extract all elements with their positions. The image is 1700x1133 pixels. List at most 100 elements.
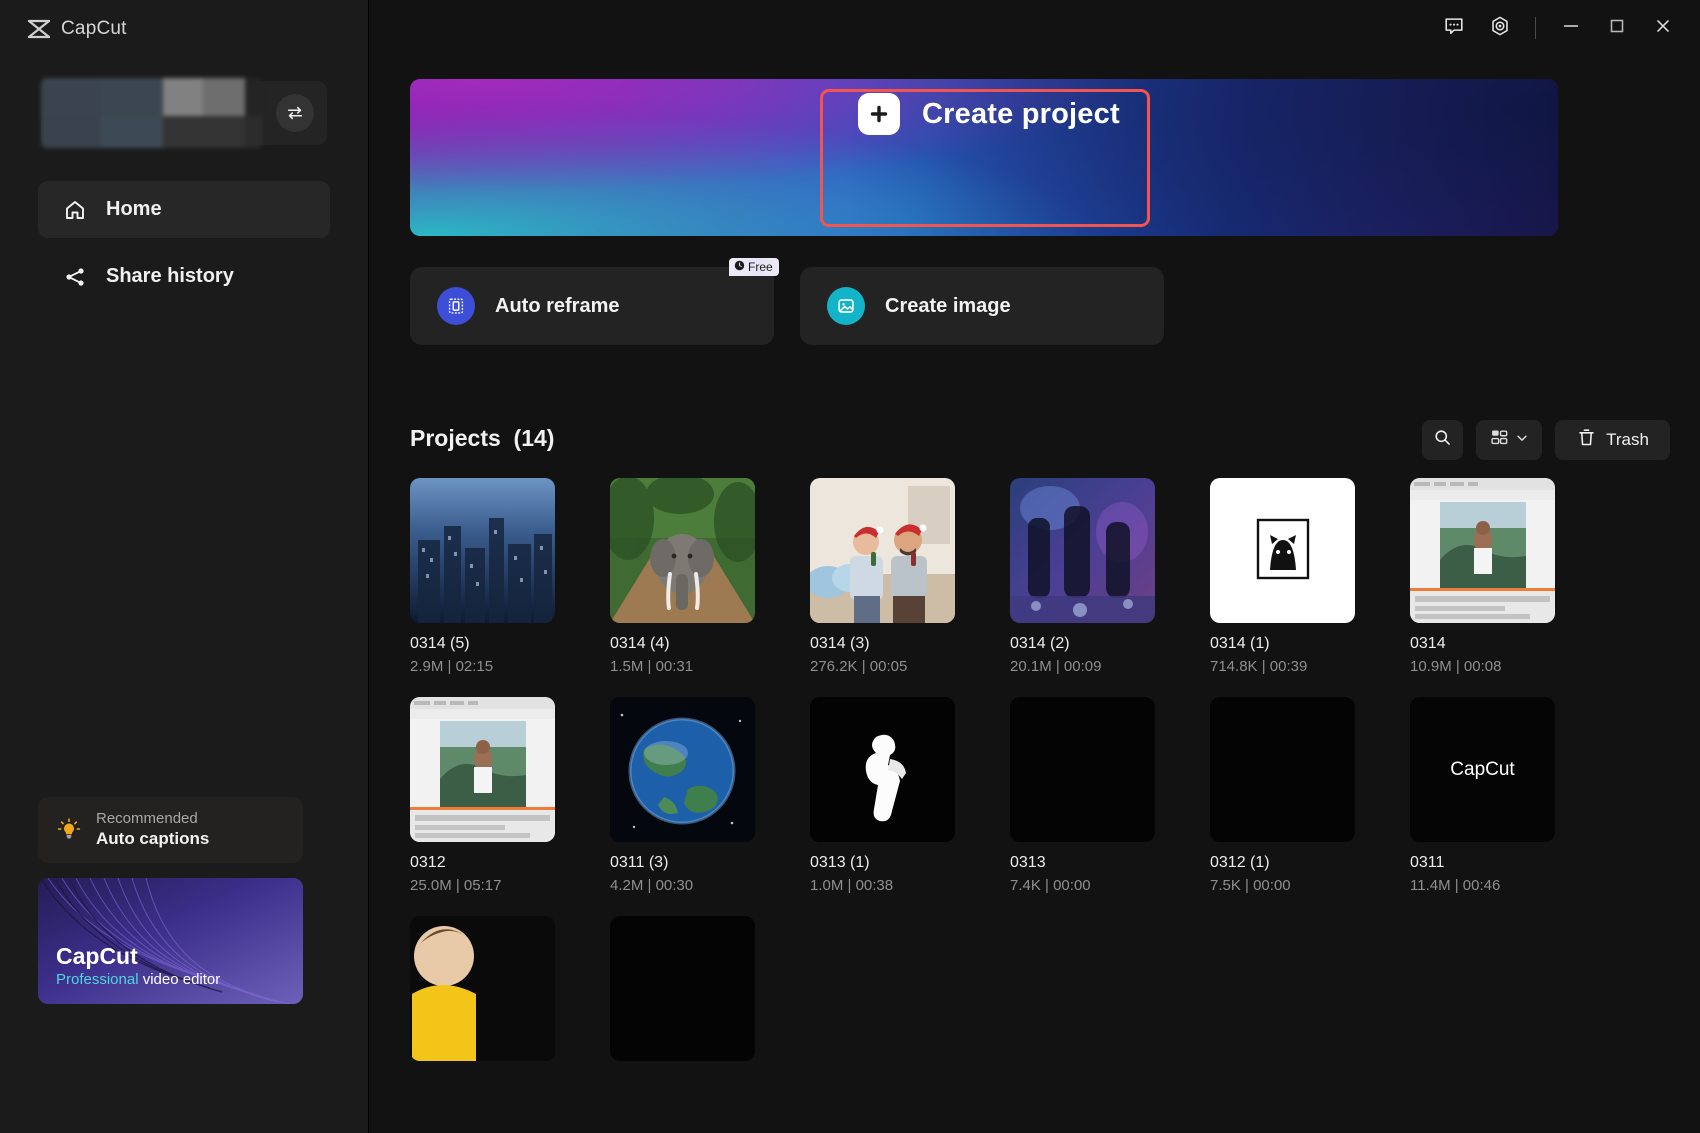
project-thumbnail[interactable] bbox=[410, 478, 555, 623]
project-meta: 25.0M | 05:17 bbox=[410, 877, 502, 894]
project-meta: 2.9M | 02:15 bbox=[410, 658, 494, 675]
project-title: 0312 (1) bbox=[1210, 854, 1270, 871]
project-title: 0314 (3) bbox=[810, 635, 870, 652]
project-thumbnail[interactable]: CapCut bbox=[1410, 697, 1555, 842]
project-card[interactable]: 0312 (1) 7.5K | 00:00 bbox=[1210, 697, 1355, 894]
project-card[interactable]: 0314 (4) 1.5M | 00:31 bbox=[610, 478, 755, 675]
recommended-title: Auto captions bbox=[96, 829, 210, 848]
feedback-button[interactable] bbox=[1431, 8, 1477, 48]
create-project-button[interactable]: Create project bbox=[858, 93, 1120, 135]
project-meta: 7.5K | 00:00 bbox=[1210, 877, 1291, 894]
promo-subtitle-rest: video editor bbox=[138, 971, 221, 988]
search-button[interactable] bbox=[1422, 420, 1463, 460]
project-meta: 1.0M | 00:38 bbox=[810, 877, 894, 894]
app-logo: CapCut bbox=[0, 0, 368, 40]
project-card[interactable] bbox=[410, 916, 555, 1073]
promo-subtitle-accent: Professional bbox=[56, 971, 139, 988]
capcut-pro-promo-banner[interactable]: CapCut Professional video editor bbox=[38, 878, 303, 1004]
thumbnail-black-figure bbox=[810, 697, 955, 842]
project-title: 0313 (1) bbox=[810, 854, 870, 871]
search-icon bbox=[1432, 427, 1453, 453]
app-logo-text: CapCut bbox=[61, 18, 127, 39]
minimize-icon bbox=[1560, 15, 1582, 42]
project-title: 0313 bbox=[1010, 854, 1046, 871]
projects-heading-label: Projects bbox=[410, 425, 501, 451]
maximize-icon bbox=[1606, 15, 1628, 42]
project-thumbnail[interactable] bbox=[810, 697, 955, 842]
create-image-card[interactable]: Create image bbox=[800, 267, 1164, 345]
project-card[interactable]: 0313 (1) 1.0M | 00:38 bbox=[810, 697, 955, 894]
minimize-button[interactable] bbox=[1548, 8, 1594, 48]
gear-icon bbox=[1489, 15, 1511, 42]
thumbnail-city-night bbox=[410, 478, 555, 623]
thumbnail-elephant-forest bbox=[610, 478, 755, 623]
auto-reframe-label: Auto reframe bbox=[495, 294, 620, 317]
view-mode-button[interactable] bbox=[1476, 420, 1542, 460]
project-card[interactable]: 0312 25.0M | 05:17 bbox=[410, 697, 555, 894]
project-card[interactable]: CapCut 0311 11.4M | 00:46 bbox=[1410, 697, 1555, 894]
project-card[interactable]: 0314 (3) 276.2K | 00:05 bbox=[810, 478, 955, 675]
create-project-banner[interactable]: Create project bbox=[410, 79, 1558, 236]
sidebar-item-label: Home bbox=[106, 198, 162, 220]
project-thumbnail[interactable] bbox=[1410, 478, 1555, 623]
project-card[interactable]: 0314 10.9M | 00:08 bbox=[1410, 478, 1555, 675]
project-title: 0314 (1) bbox=[1210, 635, 1270, 652]
trash-icon bbox=[1576, 427, 1597, 453]
auto-reframe-icon bbox=[437, 287, 475, 325]
project-meta: 20.1M | 00:09 bbox=[1010, 658, 1102, 675]
recommended-card[interactable]: Recommended Auto captions bbox=[38, 797, 303, 863]
close-icon bbox=[1652, 15, 1674, 42]
project-card[interactable]: 0314 (5) 2.9M | 02:15 bbox=[410, 478, 555, 675]
settings-button[interactable] bbox=[1477, 8, 1523, 48]
projects-count: (14) bbox=[513, 425, 555, 451]
sidebar-item-share-history[interactable]: Share history bbox=[38, 248, 330, 305]
project-card[interactable]: 0311 (3) 4.2M | 00:30 bbox=[610, 697, 755, 894]
lightbulb-icon bbox=[56, 817, 82, 843]
project-card[interactable]: 0314 (2) 20.1M | 00:09 bbox=[1010, 478, 1155, 675]
promo-title: CapCut bbox=[56, 943, 138, 969]
recommended-eyebrow: Recommended bbox=[96, 810, 198, 827]
grid-view-icon bbox=[1489, 427, 1510, 453]
thumbnail-white-cat-frame bbox=[1210, 478, 1355, 623]
project-thumbnail[interactable] bbox=[810, 478, 955, 623]
account-switcher[interactable] bbox=[41, 78, 327, 148]
project-thumbnail[interactable] bbox=[1210, 478, 1355, 623]
sidebar-item-home[interactable]: Home bbox=[38, 181, 330, 238]
project-thumbnail[interactable] bbox=[1010, 697, 1155, 842]
thumbnail-dance-club bbox=[1010, 478, 1155, 623]
create-project-label: Create project bbox=[922, 97, 1120, 130]
project-thumbnail[interactable] bbox=[1210, 697, 1355, 842]
project-card[interactable]: 0313 7.4K | 00:00 bbox=[1010, 697, 1155, 894]
project-meta: 10.9M | 00:08 bbox=[1410, 658, 1502, 675]
thumbnail-capcut-text: CapCut bbox=[1450, 758, 1515, 780]
capcut-logo-icon bbox=[26, 18, 52, 40]
main-content: Create project Auto reframe Free Create … bbox=[369, 0, 1700, 1133]
project-card[interactable]: 0314 (1) 714.8K | 00:39 bbox=[1210, 478, 1355, 675]
maximize-button[interactable] bbox=[1594, 8, 1640, 48]
close-button[interactable] bbox=[1640, 8, 1686, 48]
projects-heading: Projects (14) bbox=[410, 425, 554, 452]
chat-bubble-icon bbox=[1443, 15, 1465, 42]
chevron-down-icon bbox=[1515, 431, 1529, 450]
project-meta: 11.4M | 00:46 bbox=[1410, 877, 1501, 894]
swap-account-icon[interactable] bbox=[276, 94, 314, 132]
trash-button[interactable]: Trash bbox=[1555, 420, 1670, 460]
project-thumbnail[interactable] bbox=[1010, 478, 1155, 623]
thumbnail-screen-editor bbox=[1410, 478, 1555, 623]
thumbnail-couple-santa bbox=[810, 478, 955, 623]
thumbnail-child-yellow bbox=[410, 916, 555, 1061]
titlebar-divider bbox=[1535, 17, 1536, 39]
project-title: 0314 (4) bbox=[610, 635, 670, 652]
project-title: 0314 (2) bbox=[1010, 635, 1070, 652]
project-thumbnail[interactable] bbox=[610, 697, 755, 842]
project-thumbnail[interactable] bbox=[610, 478, 755, 623]
home-icon bbox=[62, 197, 88, 223]
project-thumbnail[interactable] bbox=[610, 916, 755, 1061]
project-thumbnail[interactable] bbox=[410, 916, 555, 1061]
project-title: 0311 (3) bbox=[610, 854, 669, 871]
auto-reframe-card[interactable]: Auto reframe Free bbox=[410, 258, 779, 345]
project-thumbnail[interactable] bbox=[410, 697, 555, 842]
sidebar-nav: Home Share history bbox=[0, 181, 368, 305]
clock-icon bbox=[734, 260, 745, 274]
project-card[interactable] bbox=[610, 916, 755, 1073]
